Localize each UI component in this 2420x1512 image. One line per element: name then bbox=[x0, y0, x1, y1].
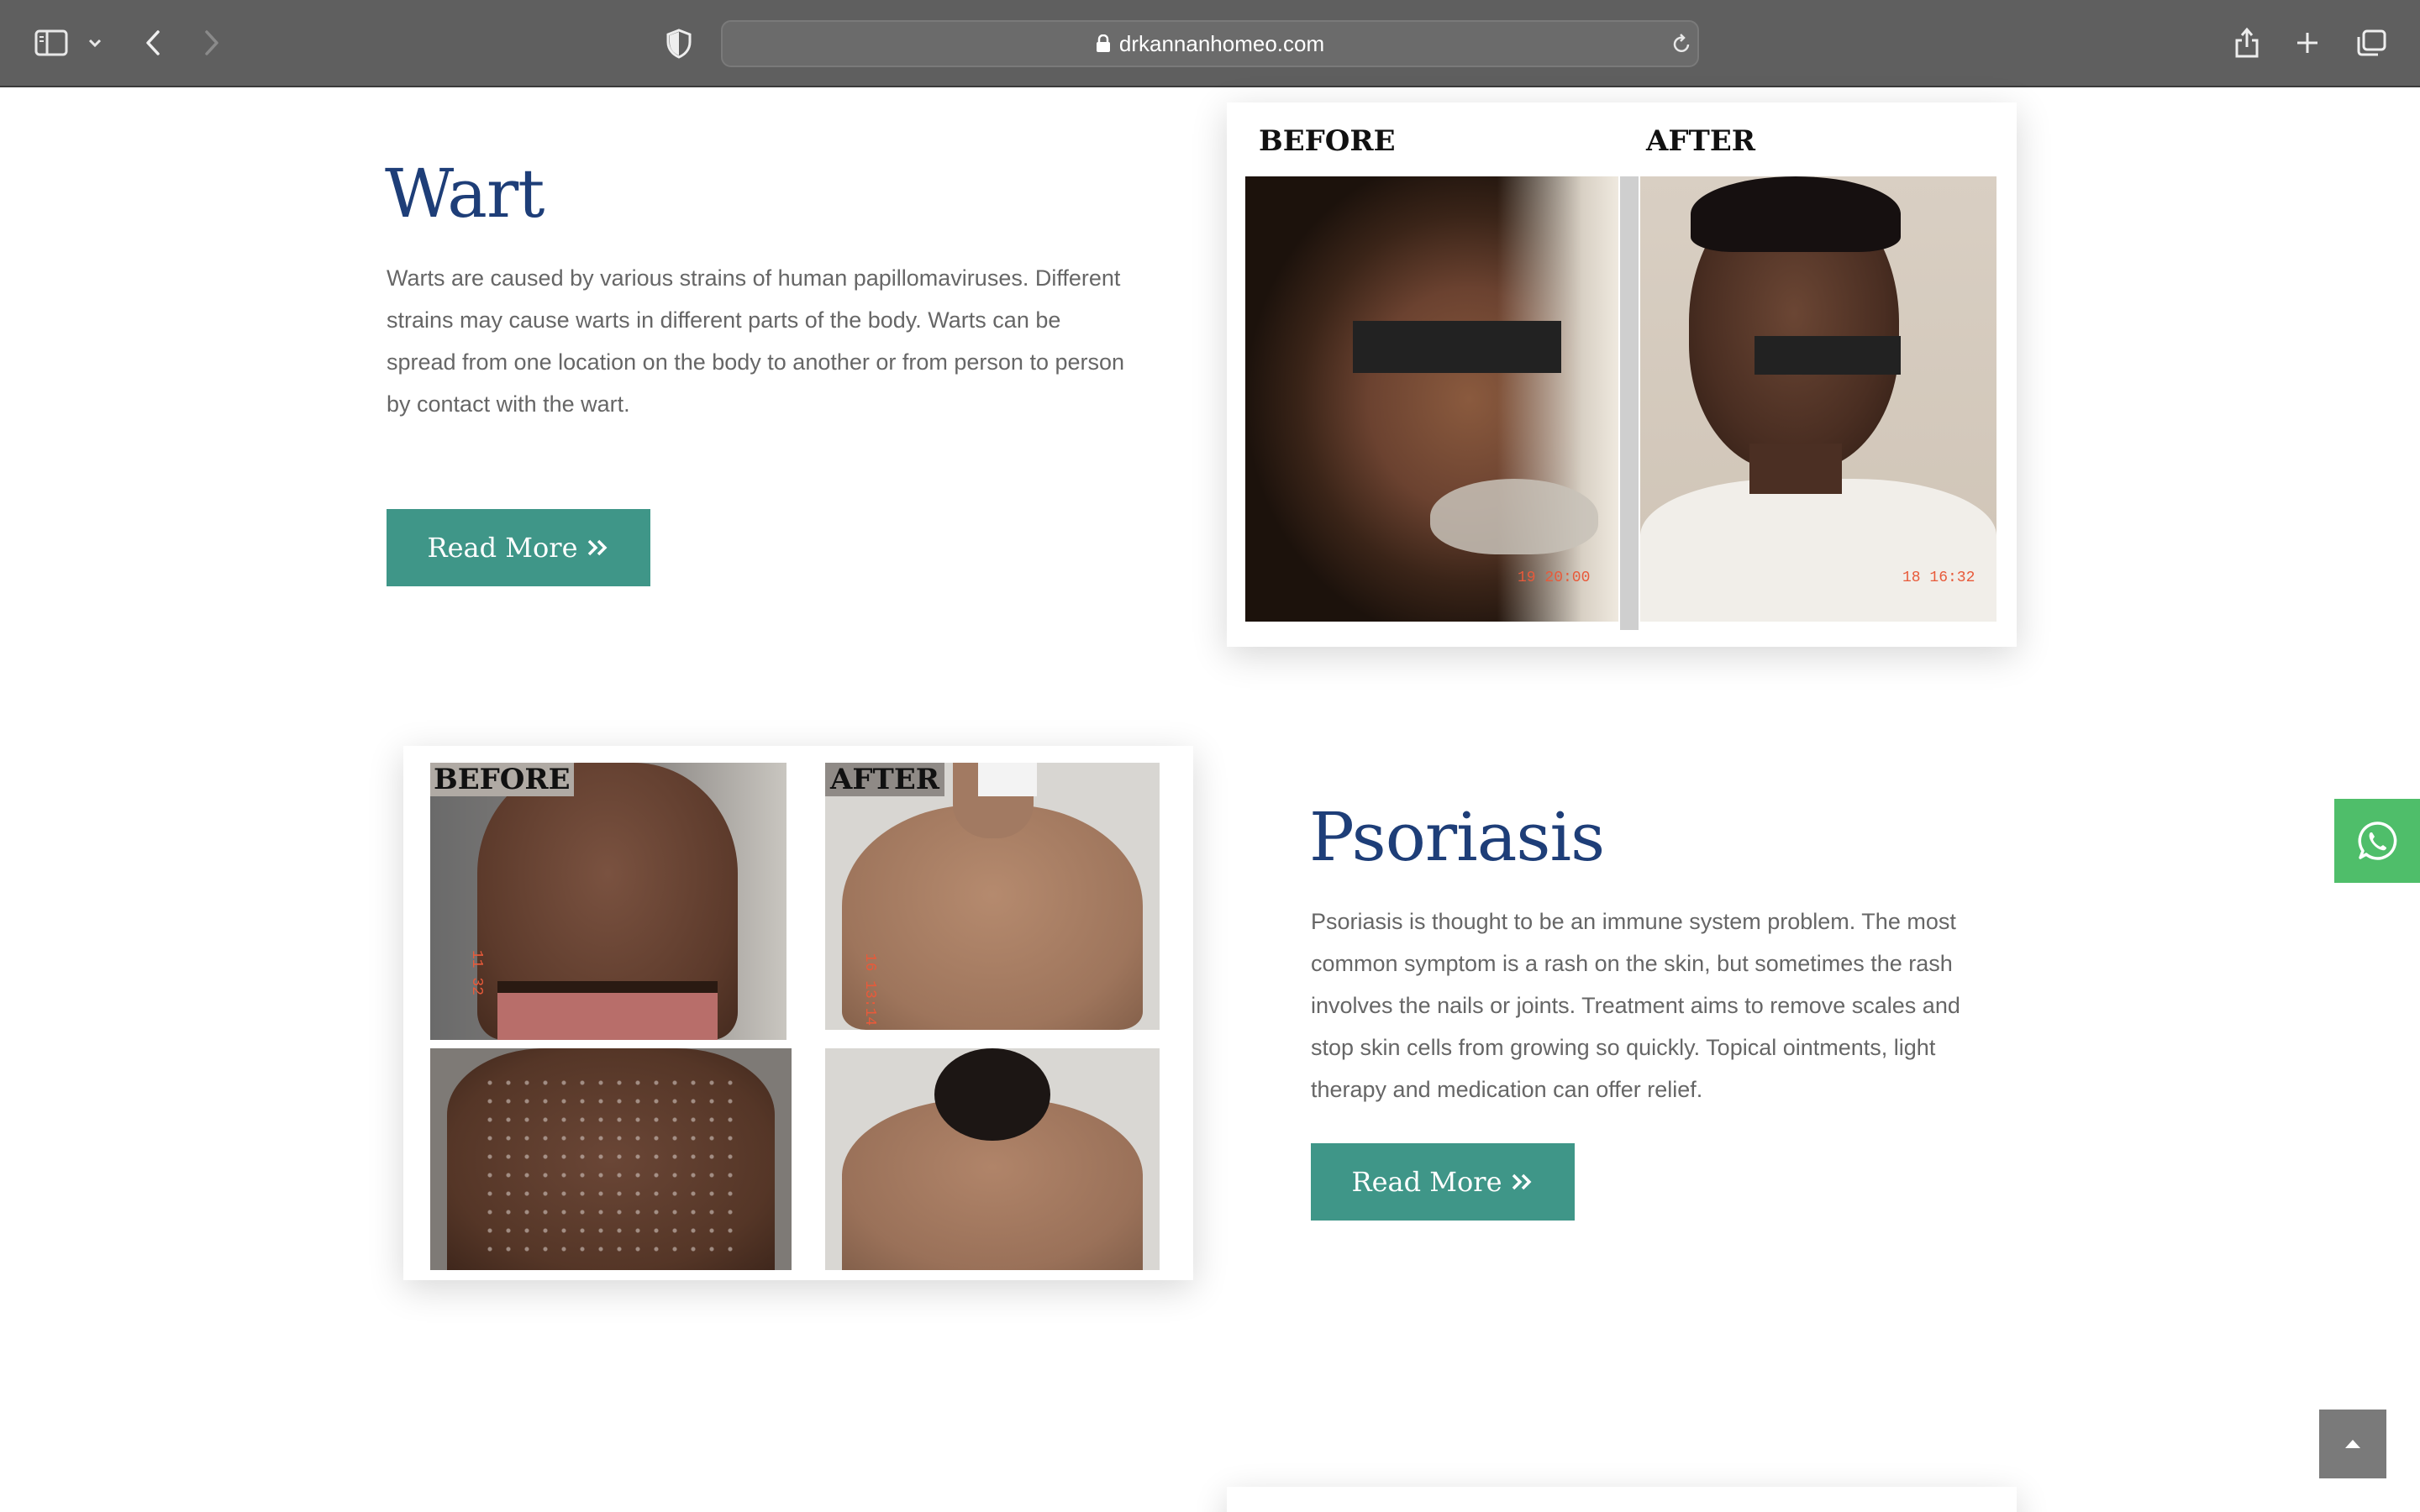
url-text: drkannanhomeo.com bbox=[1118, 30, 1325, 56]
wart-after-date-stamp: 18 16:32 bbox=[1902, 570, 1975, 586]
wart-before-after-image: BEFORE AFTER 19 20:00 18 16:32 bbox=[1227, 102, 2017, 647]
psoriasis-before-after-image: BEFORE 11 32 AFTER 16 13:14 bbox=[403, 746, 1193, 1280]
sidebar-toggle-button[interactable] bbox=[32, 25, 71, 60]
sidebar-menu-button[interactable] bbox=[84, 30, 106, 55]
share-button[interactable] bbox=[2228, 22, 2265, 62]
chevron-left-icon bbox=[146, 30, 160, 55]
address-bar[interactable]: drkannanhomeo.com bbox=[721, 20, 1699, 67]
forward-button[interactable] bbox=[197, 24, 227, 62]
psoriasis-read-more-button[interactable]: Read More bbox=[1311, 1143, 1575, 1221]
whatsapp-button[interactable] bbox=[2334, 799, 2420, 883]
address-bar-url: drkannanhomeo.com bbox=[723, 22, 1697, 66]
psoriasis-read-more-label: Read More bbox=[1351, 1166, 1502, 1198]
chevron-down-icon bbox=[88, 39, 102, 48]
psoriasis-before-label: BEFORE bbox=[430, 763, 574, 796]
tab-overview-button[interactable] bbox=[2353, 25, 2390, 60]
psoriasis-before-back-photo bbox=[430, 1048, 792, 1270]
wart-read-more-label: Read More bbox=[427, 532, 578, 564]
tabs-icon bbox=[2357, 29, 2386, 56]
psoriasis-before-front-photo: BEFORE 11 32 bbox=[430, 763, 786, 1040]
wart-before-photo: 19 20:00 bbox=[1245, 176, 1618, 622]
psoriasis-after-back-photo bbox=[825, 1048, 1160, 1270]
wart-before-eye-mask bbox=[1353, 321, 1561, 373]
wart-before-date-stamp: 19 20:00 bbox=[1518, 570, 1591, 586]
wart-read-more-button[interactable]: Read More bbox=[387, 509, 650, 586]
image-divider bbox=[1620, 176, 1639, 630]
reload-icon bbox=[1673, 34, 1690, 52]
scroll-to-top-button[interactable] bbox=[2319, 1410, 2386, 1478]
psoriasis-after-date-stamp: 16 13:14 bbox=[861, 953, 879, 1026]
psoriasis-title: Psoriasis bbox=[1309, 798, 1605, 876]
new-tab-button[interactable] bbox=[2291, 25, 2324, 60]
wart-title: Wart bbox=[385, 155, 544, 233]
wart-after-eye-mask bbox=[1754, 336, 1901, 375]
sidebar-icon bbox=[34, 29, 68, 56]
double-chevron-right-icon bbox=[587, 538, 610, 558]
psoriasis-after-front-photo: AFTER 16 13:14 bbox=[825, 763, 1160, 1030]
chevron-up-icon bbox=[2345, 1440, 2360, 1448]
privacy-report-button[interactable] bbox=[662, 25, 696, 62]
psoriasis-before-date-stamp: 11 32 bbox=[468, 949, 486, 996]
wart-after-label: AFTER bbox=[1646, 124, 1755, 158]
psoriasis-description: Psoriasis is thought to be an immune sys… bbox=[1311, 909, 1960, 1102]
double-chevron-right-icon bbox=[1511, 1172, 1534, 1192]
back-button[interactable] bbox=[138, 24, 168, 62]
lock-icon bbox=[1096, 34, 1111, 53]
shield-icon bbox=[666, 29, 692, 59]
psoriasis-after-label: AFTER bbox=[825, 763, 944, 796]
chevron-right-icon bbox=[205, 30, 218, 55]
reload-button[interactable] bbox=[1669, 30, 1694, 57]
whatsapp-icon bbox=[2358, 822, 2397, 860]
page-content: Wart Warts are caused by various strains… bbox=[0, 89, 2420, 1512]
next-section-image bbox=[1227, 1487, 2017, 1512]
wart-description: Warts are caused by various strains of h… bbox=[387, 265, 1125, 417]
wart-before-label: BEFORE bbox=[1259, 124, 1396, 158]
share-icon bbox=[2235, 27, 2259, 58]
wart-after-photo: 18 16:32 bbox=[1640, 176, 1996, 622]
plus-icon bbox=[2297, 33, 2317, 53]
browser-toolbar: drkannanhomeo.com bbox=[0, 0, 2420, 87]
